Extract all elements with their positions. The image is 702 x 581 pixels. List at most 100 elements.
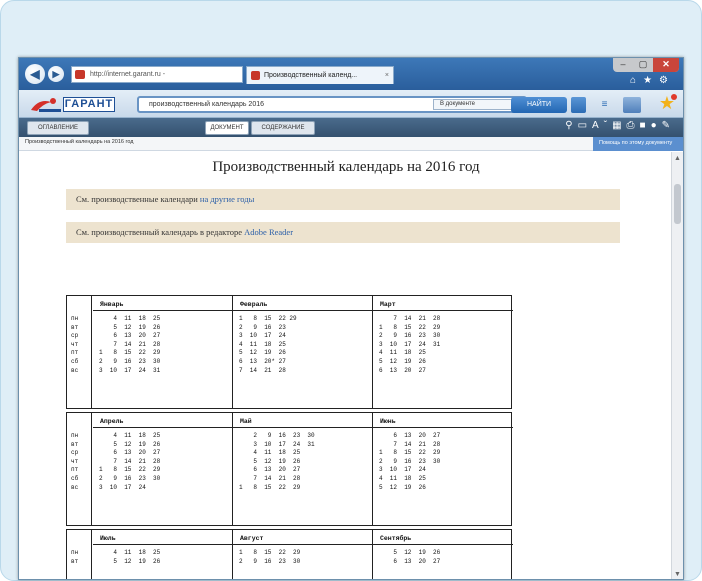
address-text: http://internet.garant.ru -: [90, 71, 166, 78]
menu-icon[interactable]: ≡: [597, 97, 612, 113]
scrollbar[interactable]: ▲ ▼: [671, 152, 683, 579]
month-name: Февраль: [240, 301, 268, 308]
browser-toolbar-icons: ⌂★⚙: [630, 75, 675, 86]
bookmark-icon[interactable]: ■: [640, 120, 651, 131]
forward-icon[interactable]: ▶: [48, 66, 64, 82]
weekday-label: вт: [71, 557, 79, 565]
weekday-label: ср: [71, 332, 79, 340]
month-cell: Февраль 1 8 15 22 29 2 9 16 23 3 10 17 24 4 …: [233, 296, 373, 408]
week-row: 6 13 20 27: [379, 432, 441, 439]
scroll-thumb[interactable]: [674, 184, 681, 224]
note-other-years-text: См. производственные календари: [76, 194, 200, 204]
tool-icon[interactable]: ✎: [662, 120, 675, 131]
tab-table-of-contents[interactable]: ОГЛАВЛЕНИЕ: [27, 121, 89, 135]
week-row: 6 13 20 27: [99, 449, 161, 457]
scroll-down-icon[interactable]: ▼: [674, 571, 681, 578]
calendar-quarter: пн вт ср чт пт сб вс Январь 4 11 18 25 5 12 19 …: [66, 295, 513, 409]
weekday-column: пн вт: [67, 530, 92, 579]
month-cell: Май 2 9 16 23 30 3 10 17 24 31 4 11 18 2…: [233, 413, 373, 525]
scroll-up-icon[interactable]: ▲: [674, 155, 681, 162]
week-row: 6 13 20 27: [379, 366, 426, 374]
month-cell: Январь 4 11 18 25 5 12 19 26 6 13 20 27 …: [93, 296, 233, 408]
back-icon[interactable]: ◀: [25, 64, 45, 84]
help-button[interactable]: Помощь по этому документу: [593, 137, 683, 151]
month-cell: Сентябрь 5 12 19 26 6 13 20 27: [373, 530, 513, 579]
week-row: 2 9 16 23 30: [239, 557, 301, 565]
week-row: 1 8 15 22 29: [379, 323, 441, 331]
week-row: 2 9 16 23 30: [379, 457, 441, 465]
month-divider: [93, 427, 232, 428]
garant-logo-mark-icon: [31, 98, 61, 112]
week-row: 6 13 20 27: [99, 332, 161, 340]
font-size-icon[interactable]: A: [592, 120, 604, 131]
week-row: 1 8 15 22 29: [99, 466, 161, 474]
week-row: 5 12 19 26: [99, 440, 161, 448]
window-controls: – ▢ ✕: [613, 58, 679, 72]
search-options-icon[interactable]: [571, 97, 586, 113]
garant-logo[interactable]: ГАРАНТ: [29, 94, 119, 115]
week-row: 5 12 19 26: [239, 349, 286, 357]
address-bar[interactable]: http://internet.garant.ru -: [71, 66, 243, 83]
grid-icon[interactable]: ▦: [612, 120, 626, 131]
week-row: 2 9 16 23 30: [239, 432, 315, 439]
font-size-down-icon[interactable]: ˇ: [604, 120, 612, 131]
find-button[interactable]: НАЙТИ: [511, 97, 567, 113]
maximize-icon[interactable]: ▢: [633, 58, 653, 72]
help-label: Помощь по этому документу: [599, 140, 673, 146]
tab-document[interactable]: ДОКУМЕНТ: [205, 121, 249, 135]
other-years-link[interactable]: на другие годы: [200, 194, 254, 204]
week-row: 6 13 20* 27: [239, 358, 286, 365]
note-adobe-reader: См. производственный календарь в редакто…: [66, 222, 620, 243]
search-input[interactable]: производственный календарь 2016 В докуме…: [137, 96, 527, 113]
week-row: 1 8 15 22 29: [379, 449, 441, 457]
month-name: Август: [240, 535, 264, 542]
week-row: 3 10 17 24: [379, 466, 426, 474]
favorites-icon[interactable]: ★: [643, 75, 659, 86]
users-icon[interactable]: [623, 97, 641, 113]
week-row: 4 11 18 25: [239, 449, 301, 457]
week-row: 3 10 17 24 31: [99, 366, 161, 374]
print-icon[interactable]: ⎙: [627, 120, 640, 131]
home-icon[interactable]: ⌂: [630, 75, 643, 86]
week-row: 7 14 21 28: [99, 457, 161, 465]
weekday-label: пн: [71, 315, 79, 322]
month-cell: Август 1 8 15 22 29 2 9 16 23 30: [233, 530, 373, 579]
document-tabs-row: ОГЛАВЛЕНИЕ ДОКУМЕНТ СОДЕРЖАНИЕ ⚲▭Aˇ▦⎙■●✎: [19, 118, 683, 137]
week-row: 5 12 19 26: [379, 483, 426, 491]
week-row: 1 8 15 22 29: [239, 549, 301, 556]
tab-contents[interactable]: СОДЕРЖАНИЕ: [251, 121, 315, 135]
week-row: 2 9 16 23 30: [379, 332, 441, 340]
browser-tab[interactable]: Производственный календ... ×: [246, 66, 394, 84]
tab-close-icon[interactable]: ×: [385, 67, 389, 84]
adobe-reader-link[interactable]: Adobe Reader: [244, 227, 293, 237]
weekday-label: вс: [71, 483, 79, 491]
weekday-label: вт: [71, 323, 79, 331]
weekday-label: сб: [71, 358, 79, 365]
print-preview-icon[interactable]: ▭: [578, 120, 592, 131]
note-other-years: См. производственные календари на другие…: [66, 189, 620, 210]
month-divider: [93, 544, 232, 545]
month-divider: [233, 427, 372, 428]
weekday-label: чт: [71, 457, 79, 465]
week-row: 6 13 20 27: [239, 466, 301, 474]
info-icon[interactable]: ●: [651, 120, 662, 131]
calendar-quarter: пн вт ср чт пт сб вс Апрель 4 11 18 25 5 12 19 …: [66, 412, 513, 526]
document-content: Производственный календарь на 2016 год С…: [19, 152, 673, 579]
settings-icon[interactable]: ⚙: [659, 75, 675, 86]
pin-icon[interactable]: ⚲: [565, 120, 577, 131]
month-cell: Март 7 14 21 28 1 8 15 22 29 2 9 16 23 30 3…: [373, 296, 513, 408]
search-scope-select[interactable]: В документе ▾: [433, 99, 519, 110]
month-name: Март: [380, 301, 396, 308]
week-row: 1 8 15 22 29: [239, 483, 301, 491]
month-divider: [373, 427, 513, 428]
month-divider: [373, 544, 513, 545]
week-row: 3 10 17 24 31: [239, 440, 315, 448]
notification-star-icon[interactable]: ★: [659, 94, 678, 112]
page-title: Производственный календарь на 2016 год: [212, 159, 480, 175]
week-row: 4 11 18 25: [239, 340, 286, 348]
note-adobe-reader-text: См. производственный календарь в редакто…: [76, 227, 245, 237]
week-row: 5 12 19 26: [99, 557, 161, 565]
minimize-icon[interactable]: –: [613, 58, 633, 72]
week-row: 7 14 21 28: [239, 366, 286, 374]
close-window-icon[interactable]: ✕: [653, 58, 679, 72]
